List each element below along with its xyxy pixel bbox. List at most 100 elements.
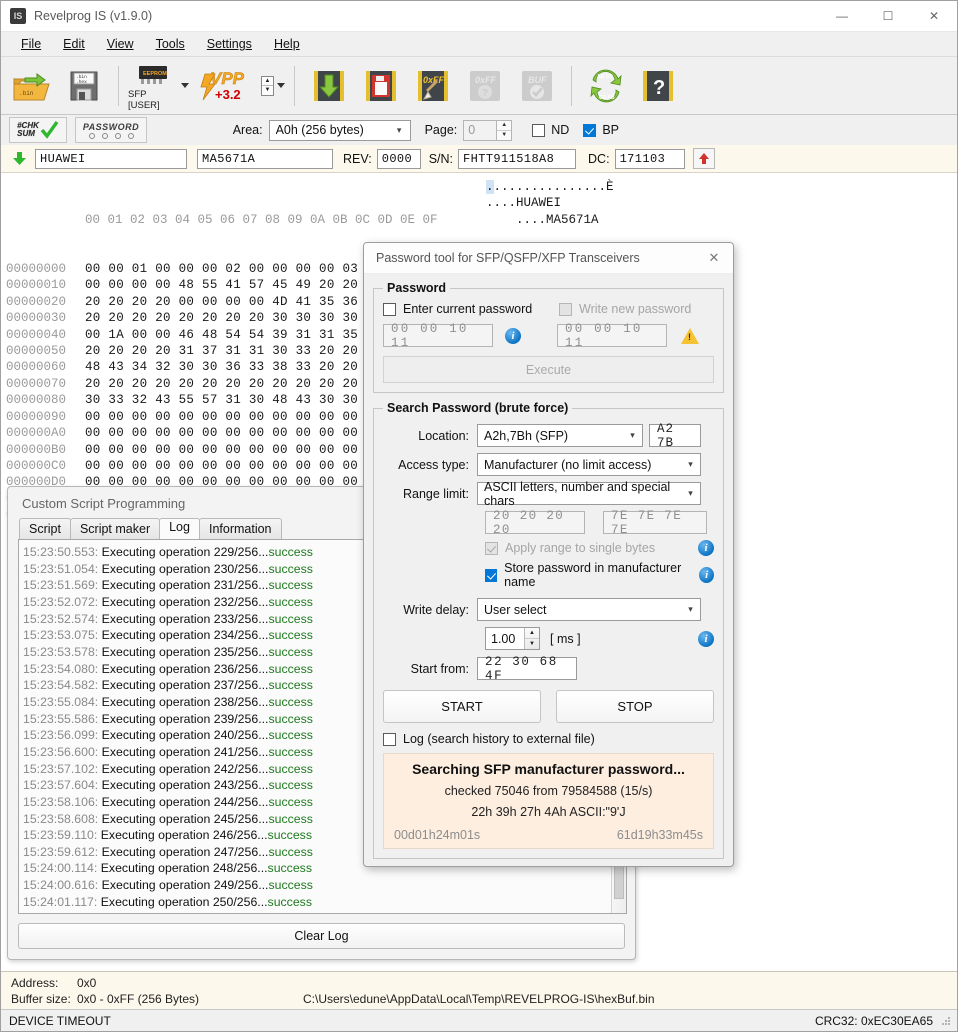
delay-spin-up-icon[interactable]: ▲ (525, 628, 539, 639)
hex-column-header: 00 01 02 03 04 05 06 07 08 09 0A 0B 0C 0… (85, 212, 438, 227)
tab-script-maker[interactable]: Script maker (69, 518, 161, 539)
start-button[interactable]: START (383, 690, 541, 723)
area-select[interactable]: A0h (256 bytes) ▾ (268, 119, 411, 141)
write-delay-select[interactable]: User select ▾ (477, 598, 701, 621)
store-password-info-icon[interactable]: i (699, 567, 714, 583)
page-stepper[interactable]: 0 ▲ ▼ (463, 119, 513, 141)
delay-spin-down-icon[interactable]: ▼ (525, 639, 539, 649)
new-password-input[interactable]: 00 00 10 11 (557, 322, 667, 350)
blank-check-button[interactable]: 0xFF ? (460, 60, 510, 112)
menu-edit[interactable]: Edit (52, 34, 96, 54)
log-status: success (268, 744, 313, 759)
download-identity-icon[interactable] (9, 150, 31, 168)
password-button[interactable]: PASSWORD (75, 117, 147, 143)
enter-current-password-checkbox[interactable] (383, 302, 396, 316)
menu-settings[interactable]: Settings (196, 34, 263, 54)
log-timestamp: 15:23:56.099: (23, 728, 99, 743)
nd-checkbox-group[interactable]: ND (532, 123, 569, 137)
log-status: success (268, 611, 313, 626)
password-tool-dialog: Password tool for SFP/QSFP/XFP Transceiv… (363, 242, 734, 867)
dialog-close-icon[interactable]: ✕ (695, 243, 733, 274)
maximize-icon[interactable]: ☐ (865, 1, 911, 32)
log-status: success (268, 578, 313, 593)
close-icon[interactable]: ✕ (911, 1, 957, 32)
log-scrollbar-thumb[interactable] (614, 865, 624, 899)
menu-help[interactable]: Help (263, 34, 311, 54)
menu-file[interactable]: File (10, 34, 52, 54)
write-identity-button[interactable] (692, 148, 715, 169)
location-hex-input[interactable]: A2 7B (649, 422, 701, 450)
dc-input[interactable]: 171103 (614, 148, 685, 169)
bp-checkbox[interactable] (583, 123, 597, 137)
tab-information[interactable]: Information (198, 518, 282, 539)
execute-button[interactable]: Execute (383, 356, 714, 383)
device-select-button[interactable]: EEPROM SFP [USER] (128, 60, 178, 112)
hex-row-offset: 000000B0 (6, 442, 67, 457)
save-file-button[interactable]: .bin .hex (59, 60, 109, 112)
vpp-lightning-icon: VPP +3.2 (200, 68, 245, 102)
delay-number-stepper[interactable]: 1.00 ▲ ▼ (485, 627, 540, 650)
part-number-input[interactable]: MA5671A (197, 148, 333, 169)
dialog-body: Password Enter current password Write ne… (364, 274, 733, 866)
new-password-warning-icon[interactable] (681, 327, 699, 344)
vpp-stepper[interactable]: ▲ ▼ (261, 75, 274, 96)
enter-current-password-checkbox-group[interactable]: Enter current password (383, 302, 559, 316)
vpp-stepper-down-icon[interactable]: ▼ (262, 86, 273, 95)
checksum-button[interactable]: #CHK SUM (9, 117, 67, 143)
page-spin-down-icon[interactable]: ▼ (497, 131, 511, 140)
range-max-input[interactable]: 7E 7E 7E 7E (603, 509, 707, 537)
log-message: Executing operation 233/256... (98, 611, 269, 626)
delay-spin-buttons[interactable]: ▲ ▼ (524, 628, 539, 649)
write-new-password-checkbox[interactable] (559, 302, 572, 316)
range-min-input[interactable]: 20 20 20 20 (485, 509, 585, 537)
apply-range-info-icon[interactable]: i (698, 540, 714, 556)
green-check-icon (40, 121, 59, 139)
page-spin-up-icon[interactable]: ▲ (497, 121, 512, 131)
vendor-input[interactable]: HUAWEI (35, 148, 187, 169)
vpp-button[interactable]: VPP +3.2 (197, 60, 259, 112)
resize-grip-icon[interactable] (941, 1016, 951, 1026)
help-button[interactable]: ? (633, 60, 683, 112)
log-timestamp: 15:23:51.569: (23, 578, 99, 593)
buf-check-icon: BUF (522, 70, 552, 101)
log-history-checkbox[interactable] (383, 732, 396, 746)
device-dropdown-chevron-down-icon[interactable] (181, 83, 189, 88)
menu-tools[interactable]: Tools (145, 34, 196, 54)
verify-buffer-button[interactable]: BUF (512, 60, 562, 112)
current-password-input[interactable]: 00 00 10 11 (383, 322, 493, 350)
apply-range-single-bytes-checkbox[interactable] (485, 541, 498, 555)
tab-script[interactable]: Script (19, 518, 71, 539)
clear-log-button[interactable]: Clear Log (18, 923, 625, 949)
svg-text:BUF: BUF (528, 75, 547, 85)
swap-bytes-button[interactable]: AB CD CD AB (581, 60, 631, 112)
write-delay-info-icon[interactable]: i (698, 630, 714, 647)
svg-text:?: ? (482, 88, 488, 99)
write-new-password-checkbox-group[interactable]: Write new password (559, 302, 691, 316)
write-device-button[interactable] (356, 60, 406, 112)
vpp-stepper-up-icon[interactable]: ▲ (262, 77, 273, 86)
serial-number-input[interactable]: FHTT911518A8 (458, 148, 577, 169)
vpp-dropdown-chevron-down-icon[interactable] (277, 83, 285, 88)
erase-button[interactable]: 0xFF (408, 60, 458, 112)
page-spin-buttons[interactable]: ▲ ▼ (497, 119, 513, 141)
start-from-input[interactable]: 22 30 68 4F (477, 655, 577, 683)
bp-checkbox-group[interactable]: BP (583, 123, 619, 137)
menu-view[interactable]: View (96, 34, 145, 54)
status-bar: DEVICE TIMEOUT CRC32: 0xEC30EA65 (1, 1009, 957, 1031)
page-input[interactable]: 0 (463, 119, 498, 141)
current-password-info-icon[interactable]: i (505, 327, 521, 344)
read-device-button[interactable] (304, 60, 354, 112)
access-type-select[interactable]: Manufacturer (no limit access) ▾ (477, 453, 701, 476)
location-select[interactable]: A2h,7Bh (SFP) ▾ (477, 424, 643, 447)
rev-input[interactable]: 0000 (376, 148, 421, 169)
nd-checkbox[interactable] (532, 123, 546, 137)
tab-log[interactable]: Log (159, 518, 200, 539)
delay-number-input[interactable]: 1.00 (486, 628, 524, 649)
log-status: success (268, 878, 313, 893)
minimize-icon[interactable]: — (819, 1, 865, 32)
range-limit-select[interactable]: ASCII letters, number and special chars … (477, 480, 701, 508)
open-file-button[interactable]: .bin (7, 60, 57, 112)
stop-button[interactable]: STOP (556, 690, 714, 723)
store-password-manufacturer-checkbox[interactable] (485, 568, 498, 582)
app-icon: IS (10, 8, 26, 24)
